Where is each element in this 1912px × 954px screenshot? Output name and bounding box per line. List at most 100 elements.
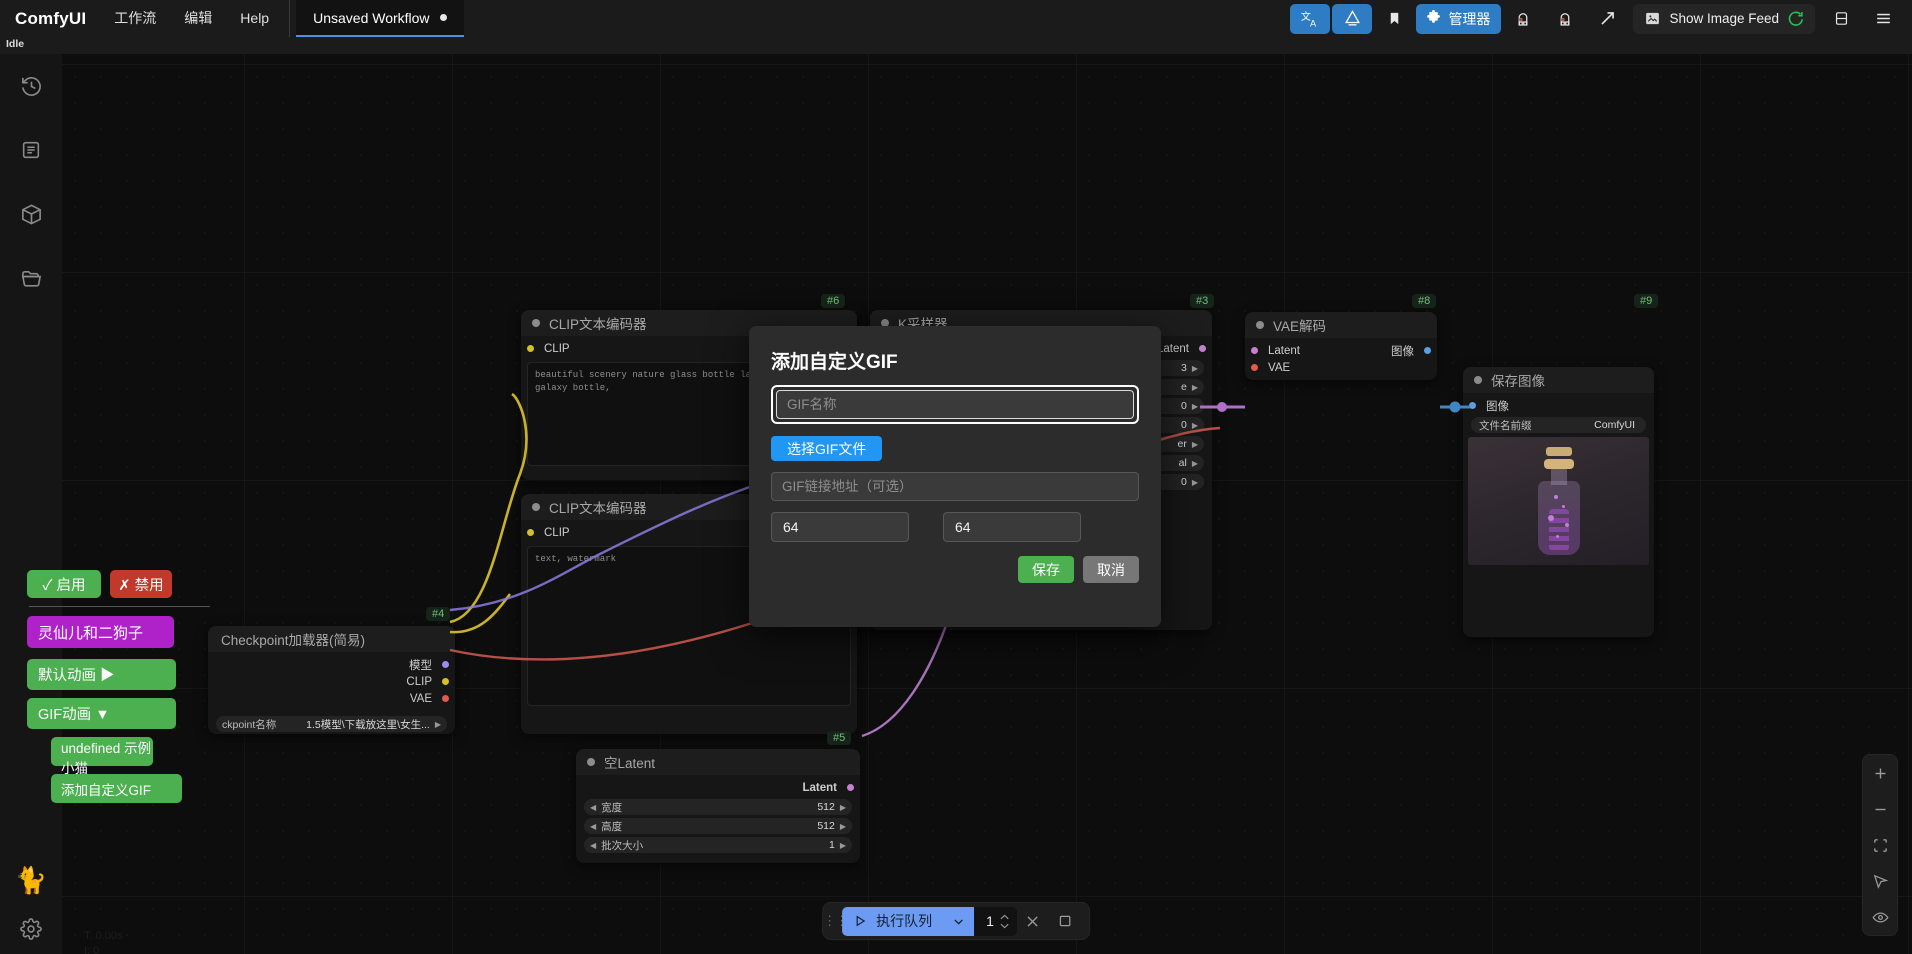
increment-arrow-icon[interactable]: ▶ — [1192, 364, 1198, 373]
node-header[interactable]: 空Latent — [576, 749, 860, 775]
pet-name-button[interactable]: 灵仙儿和二狗子 — [27, 616, 174, 648]
decrement-arrow-icon[interactable]: ◀ — [590, 822, 596, 831]
magnet-button-2[interactable] — [1545, 4, 1585, 34]
default-animation-button[interactable]: 默认动画 ▶ — [27, 659, 176, 690]
magnet-button-1[interactable] — [1503, 4, 1543, 34]
increment-arrow-icon[interactable]: ▶ — [1192, 459, 1198, 468]
image-feed-toggle[interactable]: Show Image Feed — [1633, 3, 1815, 34]
chevron-down-icon[interactable] — [951, 914, 966, 929]
sidebar-item-node-library[interactable] — [0, 118, 62, 182]
manager-button[interactable]: 管理器 — [1416, 3, 1502, 34]
save-button[interactable]: 保存 — [1018, 556, 1074, 583]
menu-item-edit[interactable]: 编辑 — [170, 0, 226, 37]
gif-height-input[interactable] — [943, 512, 1081, 542]
clear-queue-button[interactable] — [1017, 906, 1049, 936]
increment-arrow-icon[interactable]: ▶ — [1192, 402, 1198, 411]
port-row-vae-out[interactable]: VAE — [208, 690, 455, 707]
port-row-latent-in[interactable]: Latent 图像 — [1245, 342, 1437, 359]
disable-button[interactable]: ✗ 禁用 — [110, 570, 172, 598]
menu-item-help[interactable]: Help — [226, 0, 283, 37]
port-dot-latent[interactable] — [1199, 345, 1206, 352]
increment-arrow-icon[interactable]: ▶ — [840, 841, 846, 850]
node-checkpoint-loader[interactable]: Checkpoint加载器(简易) 模型 CLIP VAE ckpoint名称 — [208, 626, 455, 734]
queue-count-stepper[interactable]: 1 — [974, 906, 1017, 936]
port-dot-clip[interactable] — [527, 345, 534, 352]
collapse-dot[interactable] — [1474, 376, 1482, 384]
drag-grip-icon[interactable]: ⋮⋮ — [823, 913, 848, 929]
collapse-dot[interactable] — [532, 319, 540, 327]
node-vae-decode[interactable]: VAE解码 Latent 图像 VAE — [1245, 312, 1437, 380]
gif-width-input[interactable] — [771, 512, 909, 542]
increment-arrow-icon[interactable]: ▶ — [840, 803, 846, 812]
port-row-clip-out[interactable]: CLIP — [208, 673, 455, 690]
port-dot-image[interactable] — [1469, 402, 1476, 409]
gif-item-example-cat[interactable]: undefined 示例小猫 — [51, 737, 153, 776]
collapse-dot[interactable] — [587, 758, 595, 766]
widget-ckpt-name[interactable]: ckpoint名称 1.5模型\下载放这里\女生... ▶ — [216, 716, 447, 732]
port-row-latent-out[interactable]: Latent — [576, 779, 860, 796]
widget-width[interactable]: ◀ 宽度 512 ▶ — [584, 799, 852, 815]
port-dot-image[interactable] — [1424, 347, 1431, 354]
increment-arrow-icon[interactable]: ▶ — [435, 720, 441, 729]
port-dot-clip[interactable] — [527, 529, 534, 536]
run-queue-button[interactable]: 执行队列 — [842, 906, 975, 936]
decrement-arrow-icon[interactable]: ◀ — [590, 841, 596, 850]
theme-button[interactable] — [1332, 3, 1373, 34]
pet-cat-icon[interactable]: 🐈 — [0, 856, 62, 904]
increment-arrow-icon[interactable]: ▶ — [1192, 421, 1198, 430]
panel-toggle-button[interactable] — [1821, 4, 1861, 34]
increment-arrow-icon[interactable]: ▶ — [1192, 383, 1198, 392]
port-dot-latent[interactable] — [847, 784, 854, 791]
refresh-green-icon[interactable] — [1787, 10, 1804, 27]
sidebar-item-model-library[interactable] — [0, 182, 62, 246]
gif-url-input[interactable] — [771, 472, 1139, 501]
choose-gif-file-button[interactable]: 选择GIF文件 — [771, 436, 883, 461]
toggle-visibility-button[interactable] — [1863, 899, 1897, 935]
widget-filename-prefix[interactable]: 文件名前缀 ComfyUI — [1471, 417, 1646, 433]
collapse-dot[interactable] — [1256, 321, 1264, 329]
port-dot-clip[interactable] — [442, 678, 449, 685]
fit-view-button[interactable] — [1863, 827, 1897, 863]
widget-height[interactable]: ◀ 高度 512 ▶ — [584, 818, 852, 834]
enable-button[interactable]: ✓ 启用 — [27, 570, 101, 598]
translate-button[interactable]: 文 A — [1290, 3, 1331, 34]
node-save-image[interactable]: 保存图像 图像 文件名前缀 ComfyUI — [1463, 367, 1654, 637]
bookmark-button[interactable] — [1374, 4, 1414, 34]
image-preview[interactable] — [1468, 437, 1649, 565]
chevron-up-icon[interactable] — [999, 913, 1010, 921]
node-header[interactable]: 保存图像 — [1463, 367, 1654, 393]
chevron-down-icon[interactable] — [999, 922, 1010, 930]
port-dot-vae[interactable] — [442, 695, 449, 702]
port-dot-latent[interactable] — [1251, 347, 1258, 354]
port-row-model-out[interactable]: 模型 — [208, 656, 455, 673]
increment-arrow-icon[interactable]: ▶ — [1192, 478, 1198, 487]
sidebar-item-history[interactable] — [0, 54, 62, 118]
port-row-vae-in[interactable]: VAE — [1245, 359, 1437, 376]
port-dot-model[interactable] — [442, 661, 449, 668]
node-empty-latent-image[interactable]: 空Latent Latent ◀ 宽度 512 ▶ ◀ 高度 512 ▶ ◀ 批… — [576, 749, 860, 863]
increment-arrow-icon[interactable]: ▶ — [840, 822, 846, 831]
sidebar-item-workflows[interactable] — [0, 246, 62, 310]
decrement-arrow-icon[interactable]: ◀ — [590, 803, 596, 812]
collapse-dot[interactable] — [532, 503, 540, 511]
pointer-mode-button[interactable] — [1863, 863, 1897, 899]
menu-item-workflow[interactable]: 工作流 — [100, 0, 170, 37]
zoom-in-button[interactable] — [1863, 755, 1897, 791]
share-button[interactable] — [1587, 4, 1627, 34]
widget-batch-size[interactable]: ◀ 批次大小 1 ▶ — [584, 837, 852, 853]
node-header[interactable]: VAE解码 — [1245, 312, 1437, 338]
port-row-image-in[interactable]: 图像 — [1463, 397, 1654, 414]
increment-arrow-icon[interactable]: ▶ — [1192, 440, 1198, 449]
add-custom-gif-button[interactable]: 添加自定义GIF — [51, 774, 182, 803]
settings-gear-icon[interactable] — [0, 904, 62, 954]
node-header[interactable]: Checkpoint加载器(简易) — [208, 626, 455, 652]
zoom-out-button[interactable] — [1863, 791, 1897, 827]
port-dot-vae[interactable] — [1251, 364, 1258, 371]
stepper-arrows[interactable] — [999, 913, 1010, 930]
gif-name-input[interactable] — [776, 390, 1134, 419]
gif-animation-button[interactable]: GIF动画 ▼ — [27, 698, 176, 729]
workflow-tab[interactable]: Unsaved Workflow — [296, 0, 464, 37]
cancel-button[interactable]: 取消 — [1083, 556, 1139, 583]
hamburger-menu-button[interactable] — [1863, 4, 1903, 34]
stop-button[interactable] — [1049, 906, 1081, 936]
